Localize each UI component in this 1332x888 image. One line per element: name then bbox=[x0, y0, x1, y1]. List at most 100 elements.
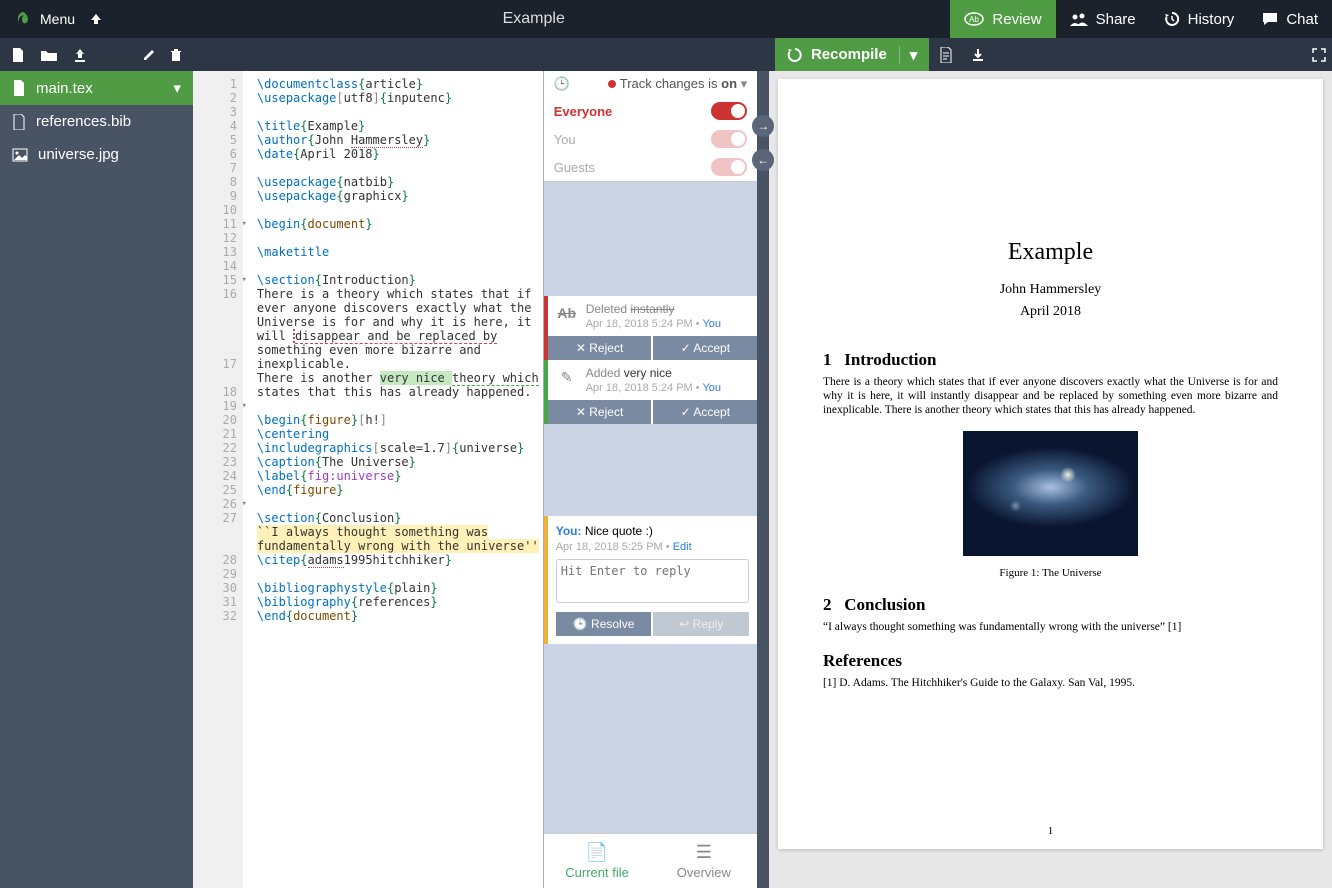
svg-text:Ab: Ab bbox=[970, 15, 980, 24]
logs-icon[interactable] bbox=[931, 47, 961, 63]
review-tabs: 📄Current file ☰Overview bbox=[544, 833, 757, 888]
change-author: You bbox=[702, 318, 721, 330]
comment-text: Nice quote :) bbox=[585, 524, 653, 538]
pdf-author: John Hammersley bbox=[823, 282, 1278, 298]
pdf-figure-image bbox=[963, 431, 1138, 556]
reply-button[interactable]: ↩ Reply bbox=[653, 612, 749, 636]
pdf-preview: Recompile ▾ Example John Hammersley Apri… bbox=[769, 71, 1332, 888]
change-action: Added bbox=[586, 366, 621, 380]
file-icon: 📄 bbox=[544, 842, 651, 863]
section-title: Conclusion bbox=[844, 595, 925, 614]
up-icon[interactable] bbox=[89, 12, 103, 26]
tab-current-file[interactable]: 📄Current file bbox=[544, 834, 651, 888]
refresh-icon bbox=[787, 47, 803, 63]
recompile-button[interactable]: Recompile ▾ bbox=[775, 38, 929, 71]
history-label: History bbox=[1188, 11, 1235, 28]
history-icon bbox=[1164, 11, 1180, 27]
change-action: Deleted bbox=[586, 302, 627, 316]
file-main-tex[interactable]: main.tex ▾ bbox=[0, 71, 193, 105]
file-tree: main.tex ▾ references.bib universe.jpg bbox=[0, 71, 193, 888]
toggle-you[interactable] bbox=[711, 130, 747, 148]
change-meta: Apr 18, 2018 5:24 PM bbox=[586, 382, 693, 394]
recompile-dropdown[interactable]: ▾ bbox=[899, 46, 918, 64]
menu-button[interactable]: Menu bbox=[14, 10, 75, 28]
track-on: on bbox=[721, 76, 737, 91]
review-button[interactable]: Ab Review bbox=[950, 0, 1055, 38]
file-icon bbox=[12, 80, 26, 96]
accept-button[interactable]: ✓ Accept bbox=[653, 400, 757, 424]
track-label: Track changes is bbox=[620, 76, 718, 91]
fullscreen-icon[interactable] bbox=[1312, 48, 1326, 62]
chat-icon bbox=[1262, 12, 1278, 26]
list-icon: ☰ bbox=[650, 842, 757, 863]
pdf-viewport[interactable]: Example John Hammersley April 2018 1 Int… bbox=[769, 71, 1332, 888]
code-editor[interactable]: 12345 678910 1112131415 16 17 181920 212… bbox=[193, 71, 543, 888]
figure-caption: Figure 1: The Universe bbox=[823, 567, 1278, 579]
comment-edit[interactable]: Edit bbox=[673, 541, 692, 553]
pane-splitter[interactable]: → ← bbox=[757, 71, 769, 888]
reply-input[interactable] bbox=[556, 559, 749, 603]
share-button[interactable]: Share bbox=[1056, 0, 1150, 38]
recompile-label: Recompile bbox=[811, 46, 887, 63]
history-button[interactable]: History bbox=[1150, 0, 1249, 38]
file-name: main.tex bbox=[36, 80, 93, 97]
share-icon bbox=[1070, 12, 1088, 26]
change-author: You bbox=[702, 382, 721, 394]
pdf-title: Example bbox=[823, 239, 1278, 266]
accept-button[interactable]: ✓ Accept bbox=[653, 336, 757, 360]
comment-author: You: bbox=[556, 524, 582, 538]
chat-label: Chat bbox=[1286, 11, 1318, 28]
scope-you: You bbox=[554, 132, 576, 147]
change-meta: Apr 18, 2018 5:24 PM bbox=[586, 318, 693, 330]
share-label: Share bbox=[1096, 11, 1136, 28]
review-icon: Ab bbox=[964, 11, 984, 27]
reject-button[interactable]: ✕ Reject bbox=[548, 336, 652, 360]
pdf-paragraph: “I always thought something was fundamen… bbox=[823, 621, 1278, 635]
chevron-down-icon[interactable]: ▾ bbox=[173, 79, 181, 97]
chat-button[interactable]: Chat bbox=[1248, 0, 1332, 38]
new-file-icon[interactable] bbox=[10, 47, 26, 63]
comment-meta: Apr 18, 2018 5:25 PM bbox=[556, 541, 663, 553]
toggle-guests[interactable] bbox=[711, 158, 747, 176]
review-label: Review bbox=[992, 11, 1041, 28]
top-toolbar: Menu Example Ab Review Share History Cha… bbox=[0, 0, 1332, 38]
overleaf-logo-icon bbox=[14, 10, 32, 28]
toggle-everyone[interactable] bbox=[711, 102, 747, 120]
delete-icon[interactable] bbox=[170, 48, 182, 62]
tab-overview[interactable]: ☰Overview bbox=[650, 834, 757, 888]
reference-entry: [1] D. Adams. The Hitchhiker's Guide to … bbox=[823, 677, 1278, 691]
pdf-page: Example John Hammersley April 2018 1 Int… bbox=[778, 79, 1323, 849]
page-number: 1 bbox=[778, 825, 1323, 837]
section-number: 1 bbox=[823, 350, 832, 369]
section-number: 2 bbox=[823, 595, 832, 614]
line-gutter: 12345 678910 1112131415 16 17 181920 212… bbox=[193, 71, 243, 888]
comment-card: You: Nice quote :) Apr 18, 2018 5:25 PM … bbox=[544, 516, 757, 644]
file-universe-jpg[interactable]: universe.jpg bbox=[0, 138, 193, 171]
file-name: references.bib bbox=[36, 113, 131, 130]
rename-icon[interactable] bbox=[142, 48, 156, 62]
new-folder-icon[interactable] bbox=[40, 48, 58, 62]
code-content[interactable]: \documentclass{article} \usepackage[utf8… bbox=[243, 71, 543, 888]
file-references-bib[interactable]: references.bib bbox=[0, 105, 193, 138]
project-title[interactable]: Example bbox=[117, 10, 950, 28]
toggle-history-icon[interactable]: 🕒 bbox=[554, 76, 570, 92]
pdf-toolbar: Recompile ▾ bbox=[769, 38, 1332, 71]
image-icon bbox=[12, 148, 28, 162]
strikethrough-icon: Ab bbox=[556, 302, 578, 324]
change-text: instantly bbox=[630, 302, 674, 316]
references-heading: References bbox=[823, 651, 1278, 671]
file-name: universe.jpg bbox=[38, 146, 119, 163]
chevron-down-icon[interactable]: ▾ bbox=[741, 76, 748, 91]
change-text: very nice bbox=[624, 366, 672, 380]
pdf-date: April 2018 bbox=[823, 304, 1278, 320]
section-title: Introduction bbox=[844, 350, 936, 369]
resolve-button[interactable]: 🕒 Resolve bbox=[556, 612, 652, 636]
review-panel: 🕒 Track changes is on ▾ Everyone You Gue… bbox=[543, 71, 757, 888]
download-icon[interactable] bbox=[963, 48, 993, 62]
upload-icon[interactable] bbox=[72, 47, 88, 63]
scope-everyone: Everyone bbox=[554, 104, 613, 119]
pdf-paragraph: There is a theory which states that if e… bbox=[823, 376, 1278, 417]
pencil-icon: ✎ bbox=[556, 366, 578, 388]
reject-button[interactable]: ✕ Reject bbox=[548, 400, 652, 424]
menu-label: Menu bbox=[40, 11, 75, 27]
